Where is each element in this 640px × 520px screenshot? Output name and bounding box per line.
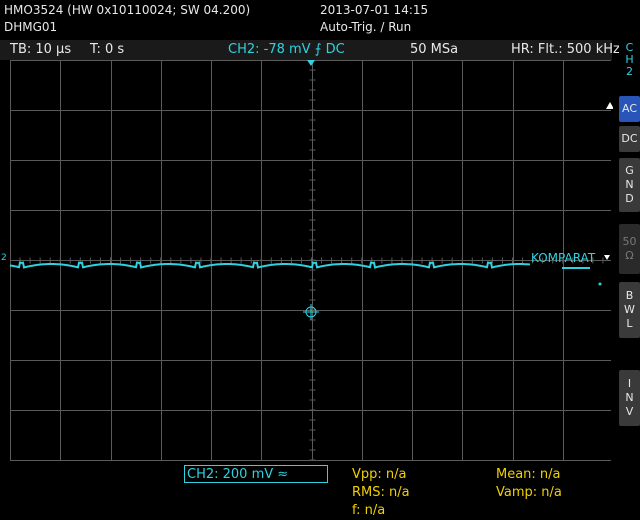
side-menu: C H 2 AC DC G N D 50 Ω B W L I N V [619,40,640,520]
trigger-pos-marker [307,60,315,66]
coupling-dc-button[interactable]: DC [619,126,640,152]
rms-measurement: RMS: n/a [352,485,410,500]
footer: CH2: 200 mV ≈ Vpp: n/a RMS: n/a f: n/a M… [0,463,640,520]
trigger-time-readout[interactable]: T: 0 s [90,42,124,57]
device-name: DHMG01 [4,20,58,34]
timebase-readout[interactable]: TB: 10 µs [10,42,71,57]
frequency-measurement: f: n/a [352,503,386,518]
termination-50ohm-button[interactable]: 50 Ω [619,224,640,274]
trigger-status: Auto-Trig. / Run [320,20,412,34]
channel-scale-box[interactable]: CH2: 200 mV ≈ [184,465,328,483]
status-bar: TB: 10 µs T: 0 s CH2: -78 mV ⨍ DC 50 MSa… [0,40,620,60]
channel-setting-readout[interactable]: CH2: -78 mV ⨍ DC [228,42,345,57]
side-menu-channel-label: C H 2 [625,41,634,78]
mean-measurement: Mean: n/a [496,467,561,482]
date-time: 2013-07-01 14:15 [320,3,429,17]
center-crosshair-icon [303,304,319,320]
graticule[interactable]: KOMPARAT [10,60,613,463]
channel-ground-marker[interactable]: 2 [1,253,7,263]
ground-button[interactable]: G N D [619,158,640,212]
level-dot [598,282,602,286]
sample-rate-readout: 50 MSa [410,42,459,57]
trace-label: KOMPARAT [531,251,596,265]
coupling-ac-button[interactable]: AC [619,96,640,122]
ch2-waveform [10,261,590,269]
resolution-readout[interactable]: HR: Flt.: 500 kHz [511,42,620,57]
bandwidth-limit-button[interactable]: B W L [619,282,640,338]
header: HMO3524 (HW 0x10110024; SW 04.200) DHMG0… [0,0,640,40]
vpp-measurement: Vpp: n/a [352,467,407,482]
ref-arrow-icon [604,255,610,260]
invert-button[interactable]: I N V [619,370,640,426]
vamp-measurement: Vamp: n/a [496,485,562,500]
upper-arrow-icon [606,102,613,109]
device-info: HMO3524 (HW 0x10110024; SW 04.200) [4,3,251,17]
